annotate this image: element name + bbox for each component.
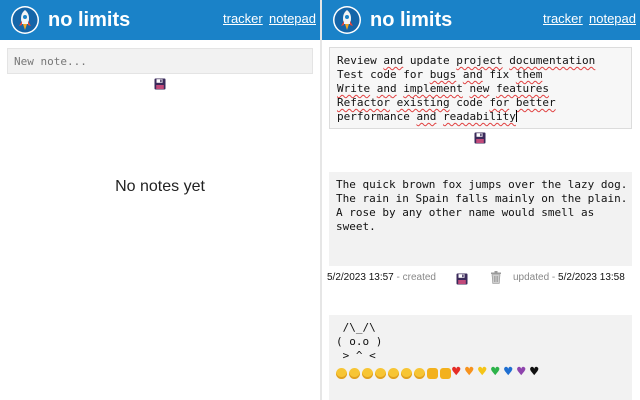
spellcheck-word: implement xyxy=(403,82,463,95)
note-line: performance and readability xyxy=(337,110,517,123)
spellcheck-word: for xyxy=(489,96,510,109)
spellcheck-word: features xyxy=(495,82,549,95)
header-bar: no limits tracker notepad xyxy=(322,0,640,40)
note-line: /\_/\ xyxy=(336,321,376,334)
spellcheck-word: existing xyxy=(396,96,450,109)
text-caret xyxy=(515,110,517,122)
floppy-disk-icon[interactable] xyxy=(154,78,166,90)
nav-tracker-link[interactable]: tracker xyxy=(223,11,263,27)
spellcheck-word: and xyxy=(383,54,404,67)
grin-emoji-icon xyxy=(349,367,360,379)
note-updated-meta: updated - 5/2/2023 13:58 xyxy=(513,272,625,284)
nav-notepad-link[interactable]: notepad xyxy=(269,11,316,27)
empty-notes-message: No notes yet xyxy=(115,178,205,195)
spellcheck-word: bugs xyxy=(429,68,457,81)
yellow-heart-emoji-icon xyxy=(478,364,490,380)
black-heart-emoji-icon xyxy=(530,364,542,380)
spellcheck-word: Refactor xyxy=(337,96,390,109)
red-heart-emoji-icon xyxy=(452,364,464,380)
note-line: The rain in Spain falls mainly on the pl… xyxy=(336,192,628,205)
note-line: Review and update project documentation xyxy=(337,54,596,67)
floppy-disk-icon[interactable] xyxy=(456,273,468,285)
note-card[interactable]: /\_/\ ( o.o ) > ^ < xyxy=(329,315,632,400)
note-line: ( o.o ) xyxy=(336,335,383,348)
nav-notepad-link[interactable]: notepad xyxy=(589,11,636,27)
spellcheck-word: readability xyxy=(442,110,516,123)
thumbs-up-emoji-icon xyxy=(427,367,438,379)
blue-heart-emoji-icon xyxy=(504,364,516,380)
spellcheck-word: them xyxy=(515,68,543,81)
smile-emoji-icon xyxy=(336,367,347,379)
note-line: Write and implement new features xyxy=(337,82,624,96)
spellcheck-word: and xyxy=(416,110,437,123)
rocket-logo-icon[interactable] xyxy=(332,5,362,35)
sweat-smile-emoji-icon xyxy=(401,367,412,379)
note-line: > ^ < xyxy=(336,349,376,362)
created-label: - created xyxy=(396,272,436,283)
spellcheck-word: and xyxy=(376,82,397,95)
spellcheck-word: documentation xyxy=(509,54,596,67)
purple-heart-emoji-icon xyxy=(517,364,529,380)
note-word: Review xyxy=(337,54,384,67)
updated-date: 5/2/2023 13:58 xyxy=(558,272,625,283)
header-bar: no limits tracker notepad xyxy=(0,0,320,40)
spellcheck-word: project xyxy=(456,54,503,67)
note-line: Refactor existing code for better xyxy=(337,96,556,109)
created-date: 5/2/2023 13:57 xyxy=(327,272,394,283)
note-line: A rose by any other name would smell as xyxy=(336,206,595,219)
app-title: no limits xyxy=(370,9,453,31)
updated-label: updated - xyxy=(513,272,556,283)
grin-emoji-icon xyxy=(362,367,373,379)
grin-emoji-icon xyxy=(375,367,386,379)
green-heart-emoji-icon xyxy=(491,364,503,380)
rocket-logo-icon[interactable] xyxy=(10,5,40,35)
spellcheck-word: new xyxy=(469,82,490,95)
note-created-meta: 5/2/2023 13:57 - created xyxy=(327,272,436,284)
note-line: sweet. xyxy=(336,220,376,233)
notepad-pane-empty: no limits tracker notepad New note... No… xyxy=(0,0,320,400)
note-editor-textarea[interactable]: Review and update project documentation … xyxy=(329,47,632,129)
note-card[interactable]: The quick brown fox jumps over the lazy … xyxy=(329,172,632,266)
floppy-disk-icon[interactable] xyxy=(474,132,486,144)
grin-emoji-icon xyxy=(388,367,399,379)
spellcheck-word: and xyxy=(462,68,483,81)
trash-icon[interactable] xyxy=(490,271,502,284)
nav-tracker-link[interactable]: tracker xyxy=(543,11,583,27)
orange-heart-emoji-icon xyxy=(465,364,477,380)
app-title: no limits xyxy=(48,9,131,31)
notepad-pane-with-notes: no limits tracker notepad Review and upd… xyxy=(322,0,640,400)
note-line: Test code for bugs and fix them xyxy=(337,68,543,81)
emoji-line xyxy=(336,364,625,380)
spellcheck-word: better xyxy=(515,96,556,109)
thumbs-down-emoji-icon xyxy=(440,367,451,379)
spellcheck-word: Write xyxy=(337,82,371,95)
note-line: The quick brown fox jumps over the lazy … xyxy=(336,178,628,191)
new-note-input[interactable]: New note... xyxy=(7,48,313,74)
rofl-emoji-icon xyxy=(414,367,425,379)
